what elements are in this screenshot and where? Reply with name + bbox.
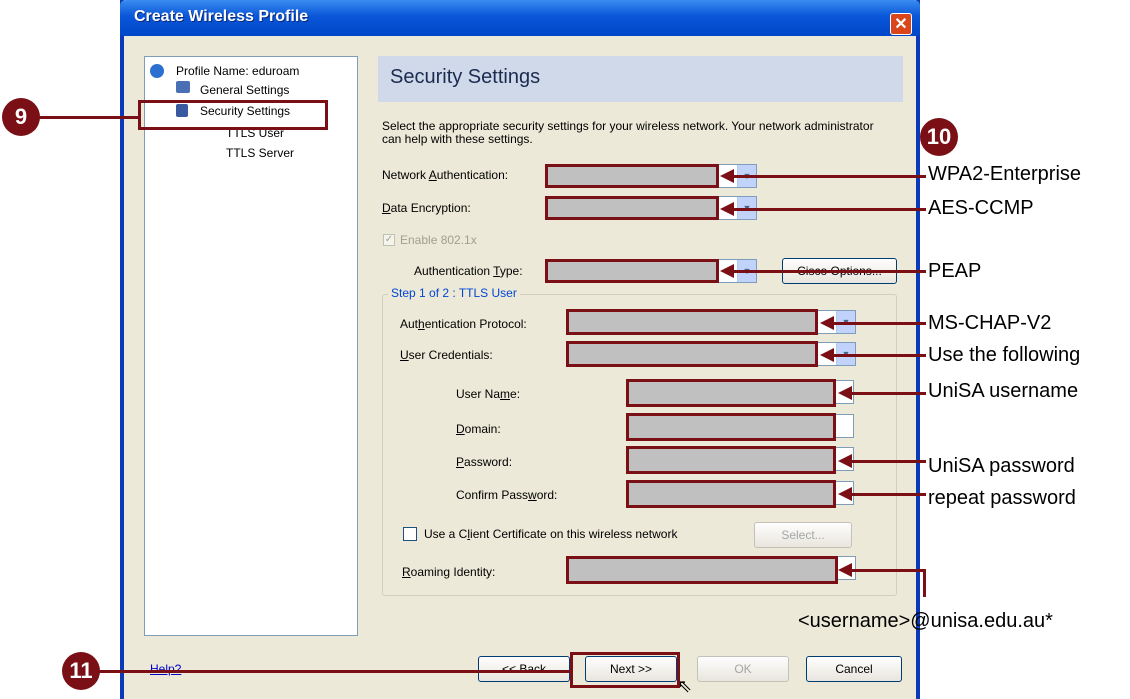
auth-type-label: Authentication Type: (414, 264, 523, 278)
data-encryption-annotation: AES-CCMP (928, 197, 1034, 219)
ok-button[interactable]: OK (697, 656, 789, 682)
data-encryption-line (732, 208, 926, 211)
close-button[interactable]: ✕ (890, 13, 912, 35)
page-title: Security Settings (390, 66, 541, 88)
window-title: Create Wireless Profile (134, 8, 309, 25)
user-name-annotation: UniSA username (928, 380, 1079, 402)
user-name-highlight (626, 379, 836, 407)
group-title: Step 1 of 2 : TTLS User (388, 286, 520, 300)
next-button-highlight-box (570, 652, 680, 688)
roaming-identity-highlight (566, 556, 838, 584)
auth-protocol-label: Authentication Protocol: (400, 317, 527, 331)
step-10-badge: 10 (920, 118, 958, 156)
roaming-identity-annotation: <username>@unisa.edu.au* (798, 610, 1053, 632)
data-encryption-label: Data Encryption: (382, 201, 471, 215)
auth-protocol-annotation: MS-CHAP-V2 (928, 312, 1052, 334)
roaming-identity-label: Roaming Identity: (402, 565, 496, 579)
cancel-button[interactable]: Cancel (806, 656, 902, 682)
tree-item-ttls-server[interactable]: TTLS Server (226, 146, 294, 160)
network-auth-line (732, 175, 926, 178)
client-cert-checkbox[interactable] (403, 527, 417, 541)
domain-highlight (626, 413, 836, 441)
data-encryption-highlight (545, 196, 719, 220)
ttls-user-group (382, 294, 897, 596)
auth-type-highlight (545, 259, 719, 283)
client-cert-label: Use a Client Certificate on this wireles… (424, 527, 678, 541)
confirm-password-label: Confirm Password: (456, 488, 558, 502)
user-credentials-annotation: Use the following (928, 344, 1081, 366)
roaming-identity-line (850, 569, 926, 572)
security-settings-highlight-box (138, 100, 328, 130)
profile-tree (144, 56, 358, 636)
enable-8021x-label: Enable 802.1x (400, 233, 477, 247)
auth-type-line (732, 270, 926, 273)
password-label: Password: (456, 455, 513, 469)
wireless-icon (150, 64, 164, 78)
back-button[interactable]: << Back (478, 656, 570, 682)
intro-text: Select the appropriate security settings… (382, 119, 874, 146)
tree-item-general-settings[interactable]: General Settings (200, 83, 289, 97)
password-highlight (626, 446, 836, 474)
roaming-identity-vline (923, 569, 926, 597)
user-name-label: User Name: (456, 387, 521, 401)
password-line (850, 460, 926, 463)
tree-item-profile-name[interactable]: Profile Name: eduroam (176, 64, 299, 78)
select-button[interactable]: Select... (754, 522, 852, 548)
auth-type-annotation: PEAP (928, 260, 982, 282)
user-name-line (850, 392, 926, 395)
user-credentials-label: User Credentials: (400, 348, 493, 362)
network-auth-annotation: WPA2-Enterprise (928, 163, 1082, 185)
step-9-badge: 9 (2, 98, 40, 136)
auth-protocol-highlight (566, 309, 818, 335)
help-link[interactable]: Help? (150, 662, 181, 676)
network-auth-highlight (545, 164, 719, 188)
step-11-connector (98, 670, 572, 673)
confirm-password-line (850, 493, 926, 496)
enable-8021x-checkbox[interactable]: ✓ (383, 234, 395, 246)
confirm-password-annotation: repeat password (928, 487, 1076, 509)
password-annotation: UniSA password (928, 455, 1075, 477)
user-credentials-line (832, 354, 926, 357)
confirm-password-highlight (626, 480, 836, 508)
auth-protocol-line (832, 322, 926, 325)
general-settings-icon (176, 81, 190, 93)
user-credentials-highlight (566, 341, 818, 367)
domain-label: Domain: (456, 422, 501, 436)
step-9-connector (38, 116, 140, 119)
network-auth-label: Network Authentication: (382, 168, 509, 182)
step-11-badge: 11 (62, 652, 100, 690)
